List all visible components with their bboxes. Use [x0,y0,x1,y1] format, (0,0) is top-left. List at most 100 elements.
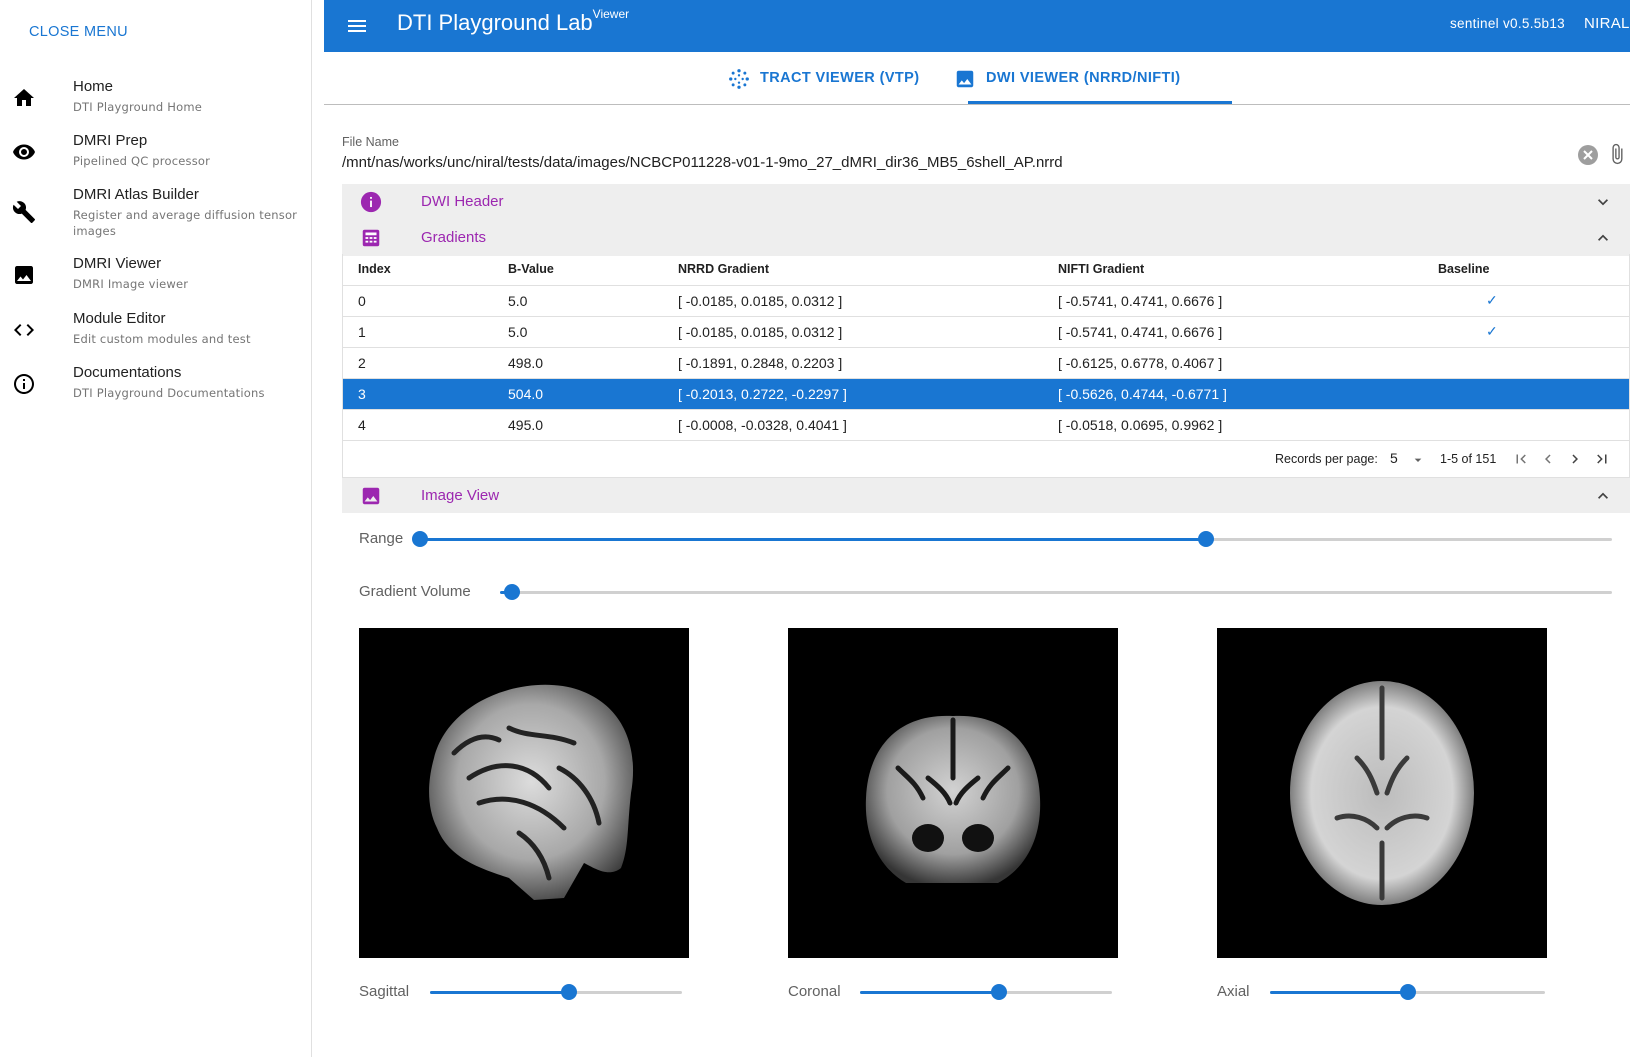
tract-icon [729,69,749,89]
sagittal-view-canvas[interactable] [359,628,689,958]
column-header-nifti-gradient[interactable]: NIFTI Gradient [1042,254,1422,286]
cell-index: 2 [342,347,492,379]
chevron-up-icon[interactable] [1593,486,1613,506]
version-label: sentinel v0.5.5b13 [1450,16,1565,31]
sidebar-item-home[interactable]: Home DTI Playground Home [0,78,311,118]
coronal-slider-thumb[interactable] [990,984,1007,1000]
first-page-icon[interactable] [1512,450,1530,468]
file-name-input[interactable]: /mnt/nas/works/unc/niral/tests/data/imag… [342,154,1063,171]
cell-nifti-gradient: [ -0.5741, 0.4741, 0.6676 ] [1042,285,1422,317]
sidebar-item-title: DMRI Viewer [73,255,162,272]
sidebar-item-subtitle: DTI Playground Home [73,100,203,114]
chevron-left-icon[interactable] [1539,450,1557,468]
dwi-header-panel[interactable]: DWI Header [342,184,1630,220]
axial-view-canvas[interactable] [1217,628,1547,958]
org-label: NIRAL [1584,15,1630,32]
sidebar-item-subtitle: DMRI Image viewer [73,277,189,291]
paperclip-icon[interactable] [1606,141,1628,167]
panel-title: DWI Header [421,193,504,210]
sidebar-item-dmri-viewer[interactable]: DMRI Viewer DMRI Image viewer [0,255,311,295]
coronal-label: Coronal [788,983,841,1000]
clear-icon[interactable] [1576,143,1600,167]
cell-baseline: ✓ [1422,285,1630,317]
sagittal-slider-thumb[interactable] [560,984,577,1000]
axial-label: Axial [1217,983,1250,1000]
cell-baseline: ✓ [1422,316,1630,348]
wrench-icon [12,201,35,223]
eye-icon [13,144,35,160]
sagittal-brain-image [359,684,689,958]
image-icon [15,266,33,284]
panel-title: Gradients [421,229,487,246]
cell-index: 0 [342,285,492,317]
calculator-icon [362,229,380,247]
records-per-page-label: Records per page: [1275,452,1378,466]
chevron-up-icon[interactable] [1593,228,1613,248]
info-icon [14,374,34,394]
coronal-slider-fill [860,991,999,994]
app-title: DTI Playground LabViewer [397,6,630,36]
gradient-volume-slider-thumb[interactable] [504,584,520,600]
cell-bvalue: 5.0 [492,285,662,317]
table-row[interactable]: 2 498.0[ -0.1891, 0.2848, 0.2203 ][ -0.61… [342,347,1630,379]
viewer-tabs: TRACT VIEWER (VTP) DWI VIEWER (NRRD/NIFT… [324,52,1630,105]
axial-brain-image [1290,681,1474,905]
cell-bvalue: 504.0 [492,378,662,410]
sidebar-item-subtitle: DTI Playground Documentations [73,386,265,400]
range-slider-low-thumb[interactable] [412,531,428,547]
cell-index: 1 [342,316,492,348]
range-slider-high-thumb[interactable] [1198,531,1215,547]
gradients-table: Index B-Value NRRD Gradient NIFTI Gradie… [342,254,1630,441]
cell-nrrd-gradient: [ -0.0185, 0.0185, 0.0312 ] [662,316,1042,348]
file-name-label: File Name [342,135,399,149]
menu-icon[interactable] [345,14,369,38]
cell-nifti-gradient: [ -0.6125, 0.6778, 0.4067 ] [1042,347,1422,379]
gradient-volume-slider-track[interactable] [512,591,1612,594]
table-row[interactable]: 4 495.0[ -0.0008, -0.0328, 0.4041 ][ -0.0… [342,409,1630,441]
table-row[interactable]: 3 504.0[ -0.2013, 0.2722, -0.2297 ][ -0.5… [342,378,1630,410]
coronal-view-canvas[interactable] [788,628,1118,958]
range-slider-fill [420,538,1207,541]
cell-nrrd-gradient: [ -0.0185, 0.0185, 0.0312 ] [662,285,1042,317]
sidebar-item-dmri-atlas-builder[interactable]: DMRI Atlas Builder Register and average … [0,186,311,242]
info-icon [360,191,382,213]
code-icon [14,324,34,336]
column-header-nrrd-gradient[interactable]: NRRD Gradient [662,254,1042,286]
axial-slider-thumb[interactable] [1399,984,1416,1000]
table-row[interactable]: 1 5.0[ -0.0185, 0.0185, 0.0312 ][ -0.5741… [342,316,1630,348]
sidebar-item-title: Module Editor [73,310,166,327]
tab-dwi-viewer[interactable]: DWI VIEWER (NRRD/NIFTI) [951,52,1231,104]
sidebar-item-module-editor[interactable]: Module Editor Edit custom modules and te… [0,310,311,350]
chevron-right-icon[interactable] [1566,450,1584,468]
column-header-index[interactable]: Index [342,254,492,286]
gradients-panel[interactable]: Gradients [342,220,1630,256]
tab-tract-viewer[interactable]: TRACT VIEWER (VTP) [724,52,964,104]
cell-bvalue: 5.0 [492,316,662,348]
records-per-page-select[interactable]: 5 [1390,450,1398,466]
cell-baseline [1422,378,1630,410]
cell-nrrd-gradient: [ -0.0008, -0.0328, 0.4041 ] [662,409,1042,441]
image-view-panel[interactable]: Image View [342,478,1630,513]
table-row[interactable]: 0 5.0[ -0.0185, 0.0185, 0.0312 ][ -0.5741… [342,285,1630,317]
sidebar-item-dmri-prep[interactable]: DMRI Prep Pipelined QC processor [0,132,311,172]
sidebar-item-subtitle: Register and average diffusion tensor im… [73,208,298,238]
image-icon [362,487,380,505]
cell-nifti-gradient: [ -0.5741, 0.4741, 0.6676 ] [1042,316,1422,348]
app-title-sup: Viewer [592,6,630,21]
sidebar-item-title: Documentations [73,364,182,381]
dropdown-arrow-icon[interactable] [1410,452,1426,468]
cell-nifti-gradient: [ -0.5626, 0.4744, -0.6771 ] [1042,378,1422,410]
page-range-label: 1-5 of 151 [1440,452,1497,466]
cell-index: 3 [342,378,492,410]
column-header-bvalue[interactable]: B-Value [492,254,662,286]
sidebar-item-documentations[interactable]: Documentations DTI Playground Documentat… [0,364,311,404]
sagittal-label: Sagittal [359,983,410,1000]
home-icon [14,89,34,106]
cell-baseline [1422,347,1630,379]
last-page-icon[interactable] [1593,450,1611,468]
close-menu-button[interactable]: CLOSE MENU [29,24,128,40]
cell-nrrd-gradient: [ -0.1891, 0.2848, 0.2203 ] [662,347,1042,379]
column-header-baseline[interactable]: Baseline [1422,254,1630,286]
active-tab-indicator [968,101,1232,104]
chevron-down-icon[interactable] [1593,192,1613,212]
